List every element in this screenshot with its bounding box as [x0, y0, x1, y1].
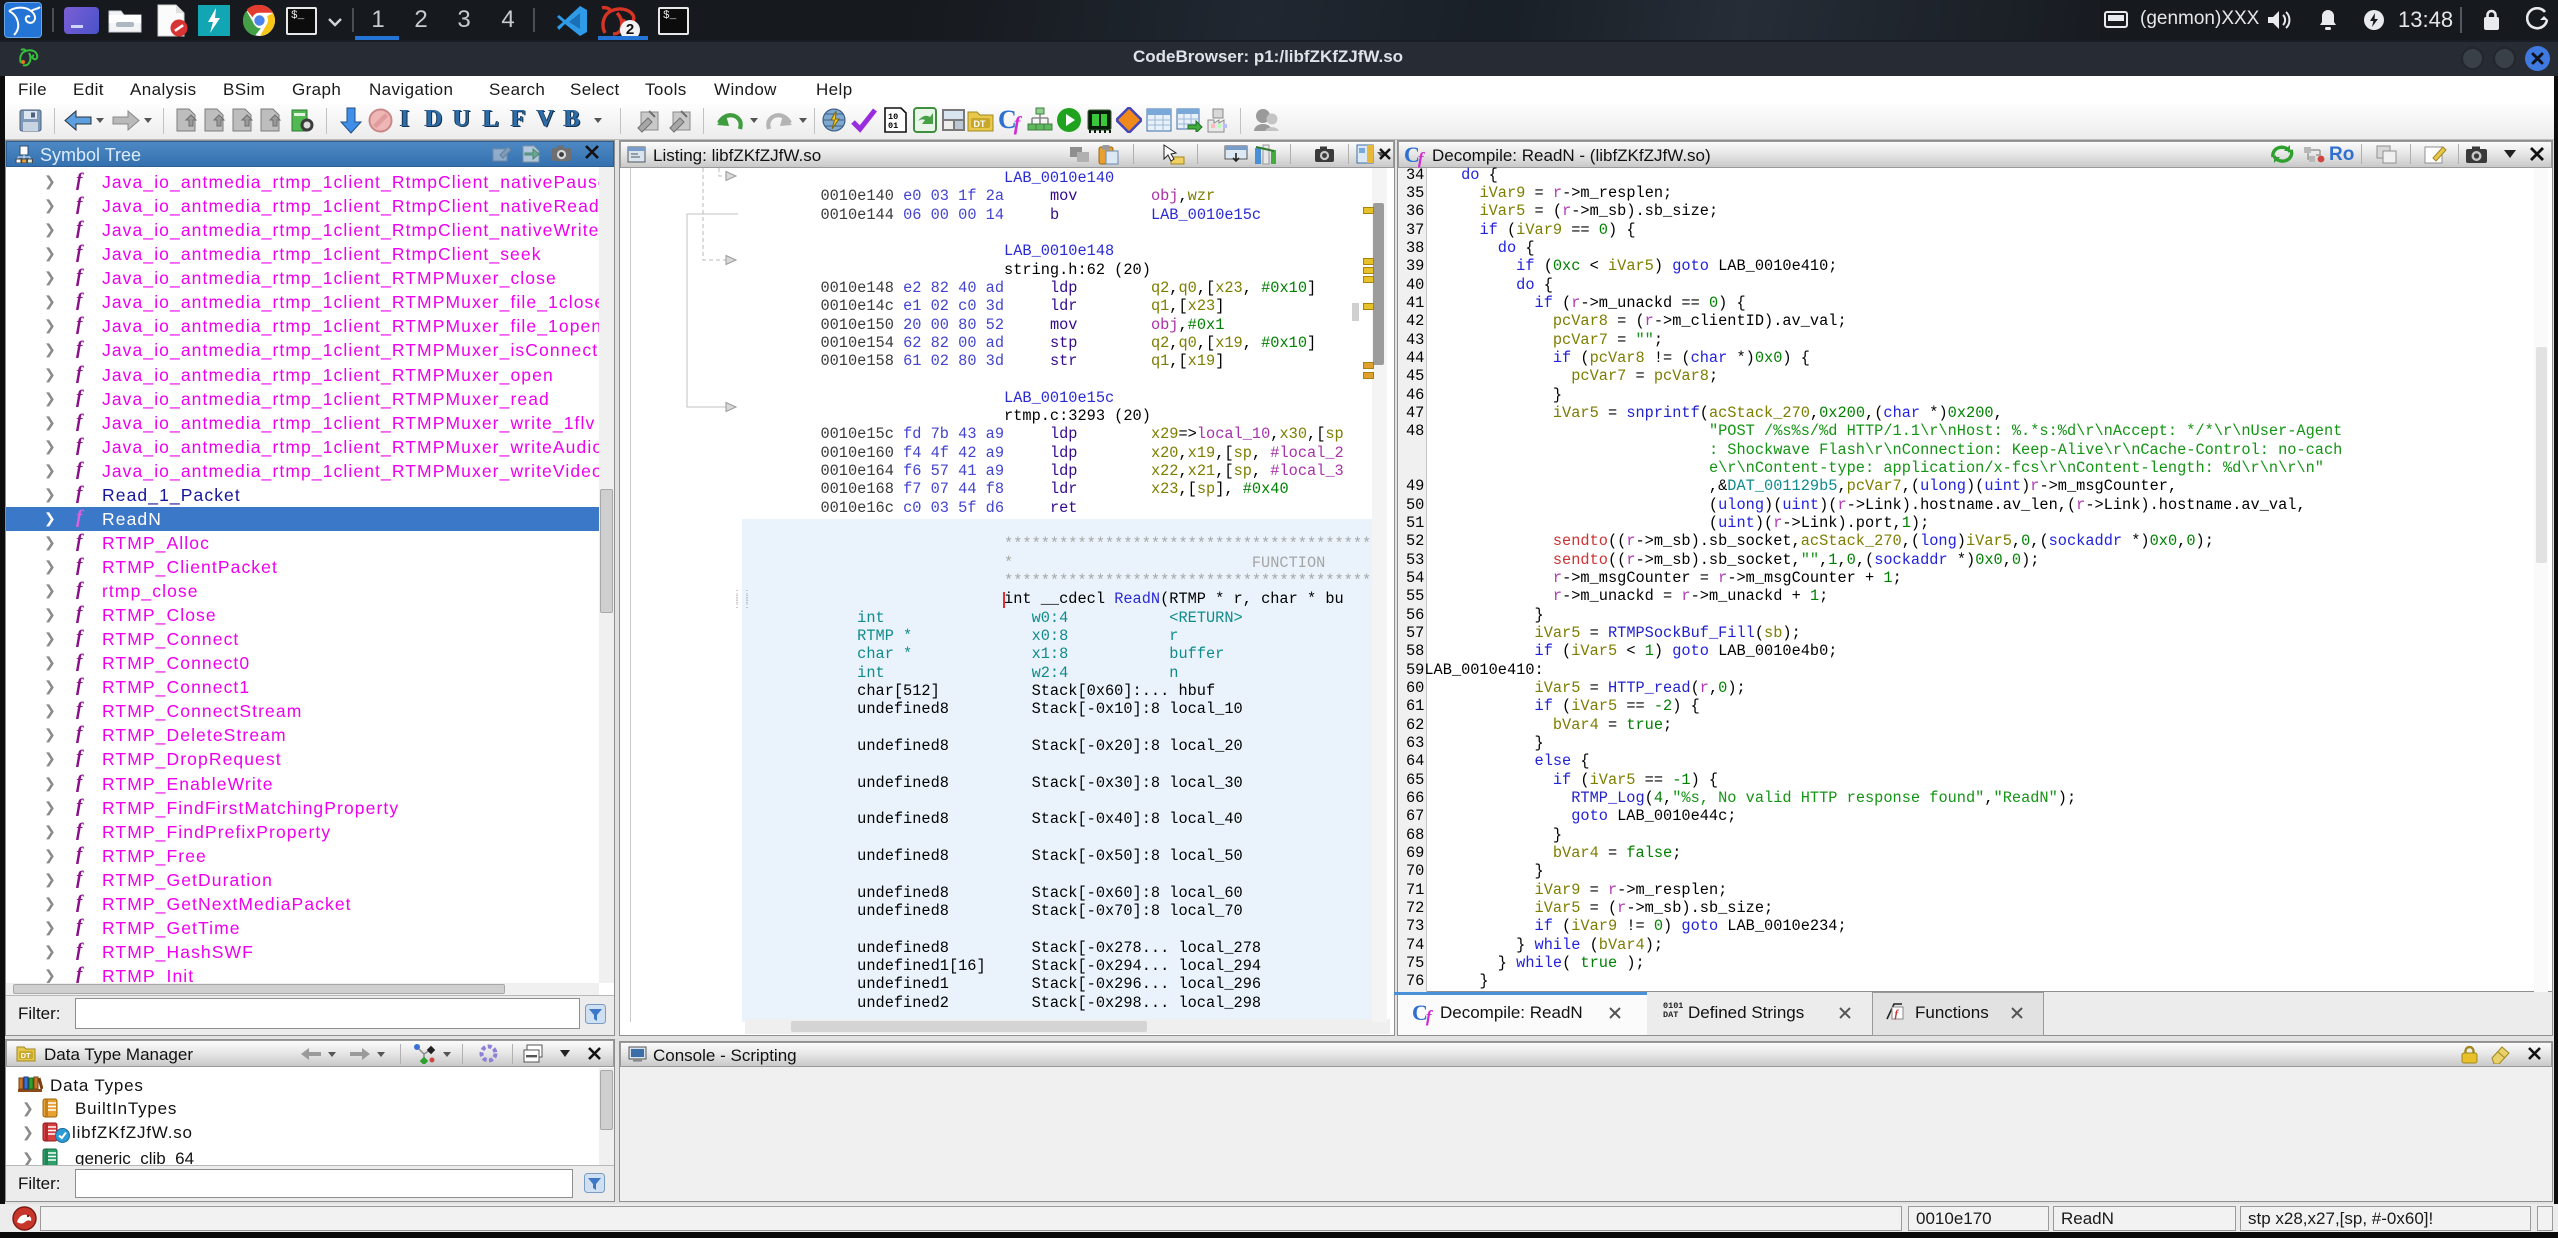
- svg-text:01: 01: [888, 121, 898, 131]
- svg-text:DT: DT: [974, 119, 986, 129]
- svg-text:DT: DT: [21, 1051, 31, 1060]
